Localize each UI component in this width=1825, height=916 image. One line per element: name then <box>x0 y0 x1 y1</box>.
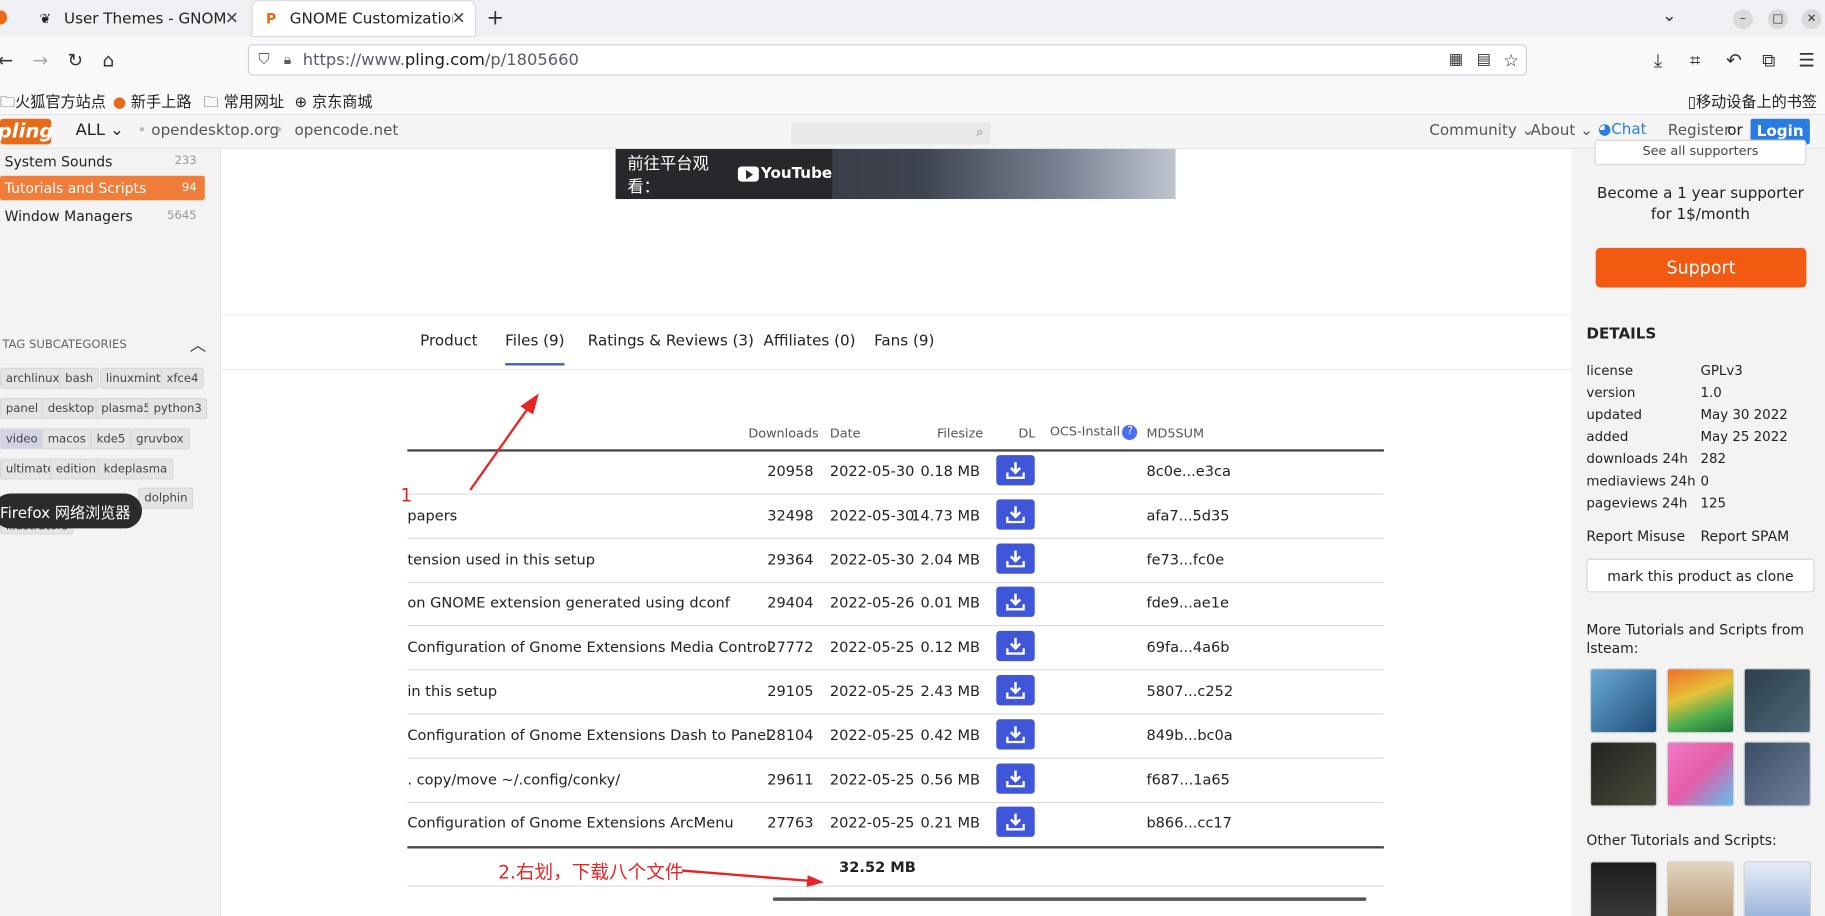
annotation-arrow-2 <box>681 869 813 883</box>
screenshot-page: ❦ User Themes - GNOME Sh ✕ P GNOME Custo… <box>0 0 1825 916</box>
annotation-overlay <box>469 393 825 887</box>
annotation-arrowhead-2 <box>806 875 825 887</box>
annotation-arrowhead-1 <box>520 393 539 415</box>
browser-window: ❦ User Themes - GNOME Sh ✕ P GNOME Custo… <box>0 0 1825 916</box>
annotation-step-number: 1 <box>400 484 413 507</box>
annotation-step-text: 2.右划，下载八个文件 <box>498 861 684 884</box>
annotation-arrow-1 <box>469 402 533 491</box>
